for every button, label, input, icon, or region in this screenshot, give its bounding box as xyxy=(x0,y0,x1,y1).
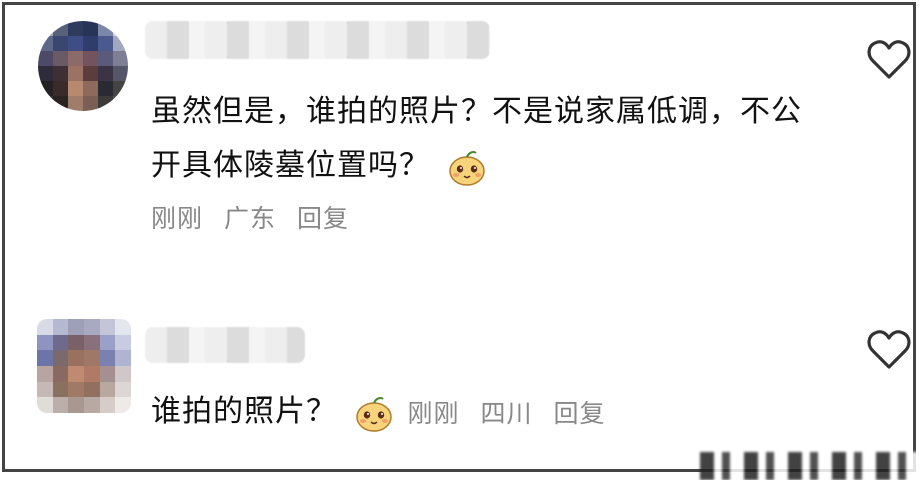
timestamp: 刚刚 xyxy=(151,204,204,233)
like-button[interactable] xyxy=(865,327,913,371)
reply-button[interactable]: 回复 xyxy=(297,204,349,233)
avatar[interactable] xyxy=(37,319,131,413)
comment-meta: 刚刚 广东 回复 xyxy=(151,199,361,235)
comment-text: 虽然但是，谁拍的照片？不是说家属低调，不公开具体陵墓位置吗？ xyxy=(151,85,831,193)
smiling-pear-emoji xyxy=(355,396,392,432)
comment-meta: 刚刚 四川 回复 xyxy=(408,394,618,430)
timestamp: 刚刚 xyxy=(407,399,460,428)
username-blurred[interactable] xyxy=(145,327,305,363)
reply-button[interactable]: 回复 xyxy=(553,399,605,428)
comment-text-content: 谁拍的照片？ xyxy=(151,394,337,429)
watermark-blurred xyxy=(700,452,920,480)
comment-text: 谁拍的照片？ xyxy=(151,385,394,439)
comment-row: 谁拍的照片？ 刚刚 四川 回复 xyxy=(151,385,618,439)
heart-outline-icon xyxy=(867,40,911,79)
comment-list: 虽然但是，谁拍的照片？不是说家属低调，不公开具体陵墓位置吗？ 刚刚 广东 回复 xyxy=(2,2,916,472)
like-button[interactable] xyxy=(865,37,913,81)
smiling-pear-emoji xyxy=(448,150,485,186)
location: 四川 xyxy=(480,399,533,428)
comment-item: 虽然但是，谁拍的照片？不是说家属低调，不公开具体陵墓位置吗？ 刚刚 广东 回复 xyxy=(5,5,913,295)
avatar[interactable] xyxy=(38,21,128,111)
username-blurred[interactable] xyxy=(145,21,490,59)
heart-outline-icon xyxy=(867,330,911,369)
location: 广东 xyxy=(223,204,276,233)
